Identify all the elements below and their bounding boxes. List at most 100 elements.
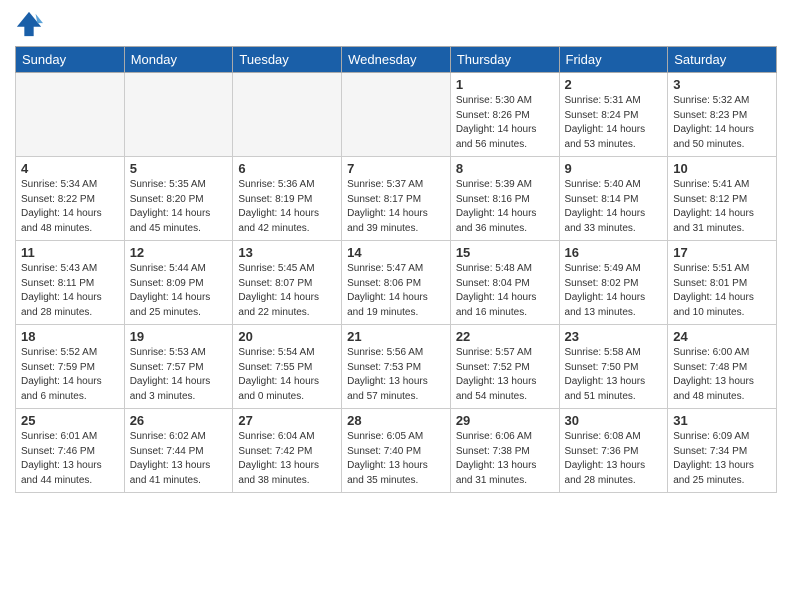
day-number: 7	[347, 161, 445, 176]
header-row: SundayMondayTuesdayWednesdayThursdayFrid…	[16, 47, 777, 73]
day-info: Sunrise: 5:45 AM Sunset: 8:07 PM Dayligh…	[238, 262, 336, 320]
day-cell: 26Sunrise: 6:02 AM Sunset: 7:44 PM Dayli…	[124, 409, 233, 493]
col-header-tuesday: Tuesday	[233, 47, 342, 73]
day-info: Sunrise: 5:30 AM Sunset: 8:26 PM Dayligh…	[456, 94, 554, 152]
day-info: Sunrise: 5:34 AM Sunset: 8:22 PM Dayligh…	[21, 178, 119, 236]
day-cell: 2Sunrise: 5:31 AM Sunset: 8:24 PM Daylig…	[559, 73, 668, 157]
day-number: 4	[21, 161, 119, 176]
day-cell: 15 Sunrise: 5:48 AM Sunset: 8:04 PM Dayli…	[450, 241, 559, 325]
day-cell: 21 Sunrise: 5:56 AM Sunset: 7:53 PM Dayli…	[342, 325, 451, 409]
day-number: 27	[238, 413, 336, 428]
day-number: 22	[456, 329, 554, 344]
day-info: Sunrise: 5:37 AM Sunset: 8:17 PM Dayligh…	[347, 178, 445, 236]
day-info: Sunrise: 5:31 AM Sunset: 8:24 PM Dayligh…	[565, 94, 663, 152]
day-number: 5	[130, 161, 228, 176]
day-cell: 27 Sunrise: 6:04 AM Sunset: 7:42 PM Dayli…	[233, 409, 342, 493]
day-cell: 11 Sunrise: 5:43 AM Sunset: 8:11 PM Dayli…	[16, 241, 125, 325]
day-number: 30	[565, 413, 663, 428]
day-cell: 20Sunrise: 5:54 AM Sunset: 7:55 PM Dayli…	[233, 325, 342, 409]
day-cell: 17 Sunrise: 5:51 AM Sunset: 8:01 PM Dayli…	[668, 241, 777, 325]
col-header-sunday: Sunday	[16, 47, 125, 73]
col-header-wednesday: Wednesday	[342, 47, 451, 73]
day-number: 23	[565, 329, 663, 344]
day-cell: 16Sunrise: 5:49 AM Sunset: 8:02 PM Dayli…	[559, 241, 668, 325]
page: SundayMondayTuesdayWednesdayThursdayFrid…	[0, 0, 792, 612]
day-info: Sunrise: 6:00 AM Sunset: 7:48 PM Dayligh…	[673, 346, 771, 404]
logo	[15, 10, 45, 38]
week-row-4: 25 Sunrise: 6:01 AM Sunset: 7:46 PM Dayli…	[16, 409, 777, 493]
calendar-table: SundayMondayTuesdayWednesdayThursdayFrid…	[15, 46, 777, 493]
col-header-friday: Friday	[559, 47, 668, 73]
day-number: 9	[565, 161, 663, 176]
week-row-3: 18Sunrise: 5:52 AM Sunset: 7:59 PM Dayli…	[16, 325, 777, 409]
day-number: 8	[456, 161, 554, 176]
day-cell: 22 Sunrise: 5:57 AM Sunset: 7:52 PM Dayli…	[450, 325, 559, 409]
day-number: 14	[347, 245, 445, 260]
day-info: Sunrise: 5:54 AM Sunset: 7:55 PM Dayligh…	[238, 346, 336, 404]
day-cell: 13Sunrise: 5:45 AM Sunset: 8:07 PM Dayli…	[233, 241, 342, 325]
day-info: Sunrise: 5:40 AM Sunset: 8:14 PM Dayligh…	[565, 178, 663, 236]
day-info: Sunrise: 6:08 AM Sunset: 7:36 PM Dayligh…	[565, 430, 663, 488]
day-number: 21	[347, 329, 445, 344]
day-info: Sunrise: 5:32 AM Sunset: 8:23 PM Dayligh…	[673, 94, 771, 152]
day-info: Sunrise: 5:56 AM Sunset: 7:53 PM Dayligh…	[347, 346, 445, 404]
day-cell: 3 Sunrise: 5:32 AM Sunset: 8:23 PM Daylig…	[668, 73, 777, 157]
day-info: Sunrise: 6:05 AM Sunset: 7:40 PM Dayligh…	[347, 430, 445, 488]
day-number: 11	[21, 245, 119, 260]
day-info: Sunrise: 5:49 AM Sunset: 8:02 PM Dayligh…	[565, 262, 663, 320]
day-info: Sunrise: 6:04 AM Sunset: 7:42 PM Dayligh…	[238, 430, 336, 488]
day-info: Sunrise: 5:48 AM Sunset: 8:04 PM Dayligh…	[456, 262, 554, 320]
col-header-thursday: Thursday	[450, 47, 559, 73]
day-info: Sunrise: 5:41 AM Sunset: 8:12 PM Dayligh…	[673, 178, 771, 236]
day-info: Sunrise: 5:57 AM Sunset: 7:52 PM Dayligh…	[456, 346, 554, 404]
day-cell: 12 Sunrise: 5:44 AM Sunset: 8:09 PM Dayli…	[124, 241, 233, 325]
week-row-2: 11 Sunrise: 5:43 AM Sunset: 8:11 PM Dayli…	[16, 241, 777, 325]
day-cell	[233, 73, 342, 157]
day-info: Sunrise: 5:35 AM Sunset: 8:20 PM Dayligh…	[130, 178, 228, 236]
day-number: 17	[673, 245, 771, 260]
day-info: Sunrise: 5:52 AM Sunset: 7:59 PM Dayligh…	[21, 346, 119, 404]
logo-icon	[15, 10, 43, 38]
day-cell	[342, 73, 451, 157]
day-info: Sunrise: 5:53 AM Sunset: 7:57 PM Dayligh…	[130, 346, 228, 404]
day-number: 28	[347, 413, 445, 428]
day-cell: 14 Sunrise: 5:47 AM Sunset: 8:06 PM Dayli…	[342, 241, 451, 325]
day-cell: 1 Sunrise: 5:30 AM Sunset: 8:26 PM Daylig…	[450, 73, 559, 157]
day-number: 19	[130, 329, 228, 344]
day-info: Sunrise: 5:51 AM Sunset: 8:01 PM Dayligh…	[673, 262, 771, 320]
week-row-1: 4 Sunrise: 5:34 AM Sunset: 8:22 PM Daylig…	[16, 157, 777, 241]
day-number: 12	[130, 245, 228, 260]
day-info: Sunrise: 5:47 AM Sunset: 8:06 PM Dayligh…	[347, 262, 445, 320]
day-number: 1	[456, 77, 554, 92]
day-info: Sunrise: 6:09 AM Sunset: 7:34 PM Dayligh…	[673, 430, 771, 488]
header	[15, 10, 777, 38]
day-cell	[16, 73, 125, 157]
day-cell: 18Sunrise: 5:52 AM Sunset: 7:59 PM Dayli…	[16, 325, 125, 409]
day-cell: 6Sunrise: 5:36 AM Sunset: 8:19 PM Daylig…	[233, 157, 342, 241]
day-cell	[124, 73, 233, 157]
day-cell: 28 Sunrise: 6:05 AM Sunset: 7:40 PM Dayli…	[342, 409, 451, 493]
day-info: Sunrise: 6:02 AM Sunset: 7:44 PM Dayligh…	[130, 430, 228, 488]
day-number: 25	[21, 413, 119, 428]
day-cell: 23 Sunrise: 5:58 AM Sunset: 7:50 PM Dayli…	[559, 325, 668, 409]
day-number: 24	[673, 329, 771, 344]
day-cell: 30 Sunrise: 6:08 AM Sunset: 7:36 PM Dayli…	[559, 409, 668, 493]
day-info: Sunrise: 5:39 AM Sunset: 8:16 PM Dayligh…	[456, 178, 554, 236]
day-number: 15	[456, 245, 554, 260]
day-cell: 9 Sunrise: 5:40 AM Sunset: 8:14 PM Daylig…	[559, 157, 668, 241]
day-info: Sunrise: 6:06 AM Sunset: 7:38 PM Dayligh…	[456, 430, 554, 488]
week-row-0: 1 Sunrise: 5:30 AM Sunset: 8:26 PM Daylig…	[16, 73, 777, 157]
day-number: 3	[673, 77, 771, 92]
day-number: 31	[673, 413, 771, 428]
day-cell: 5 Sunrise: 5:35 AM Sunset: 8:20 PM Daylig…	[124, 157, 233, 241]
day-cell: 8 Sunrise: 5:39 AM Sunset: 8:16 PM Daylig…	[450, 157, 559, 241]
day-info: Sunrise: 6:01 AM Sunset: 7:46 PM Dayligh…	[21, 430, 119, 488]
day-info: Sunrise: 5:43 AM Sunset: 8:11 PM Dayligh…	[21, 262, 119, 320]
day-number: 10	[673, 161, 771, 176]
day-cell: 31 Sunrise: 6:09 AM Sunset: 7:34 PM Dayli…	[668, 409, 777, 493]
day-info: Sunrise: 5:58 AM Sunset: 7:50 PM Dayligh…	[565, 346, 663, 404]
day-cell: 25 Sunrise: 6:01 AM Sunset: 7:46 PM Dayli…	[16, 409, 125, 493]
day-info: Sunrise: 5:44 AM Sunset: 8:09 PM Dayligh…	[130, 262, 228, 320]
day-cell: 19 Sunrise: 5:53 AM Sunset: 7:57 PM Dayli…	[124, 325, 233, 409]
day-cell: 29Sunrise: 6:06 AM Sunset: 7:38 PM Dayli…	[450, 409, 559, 493]
